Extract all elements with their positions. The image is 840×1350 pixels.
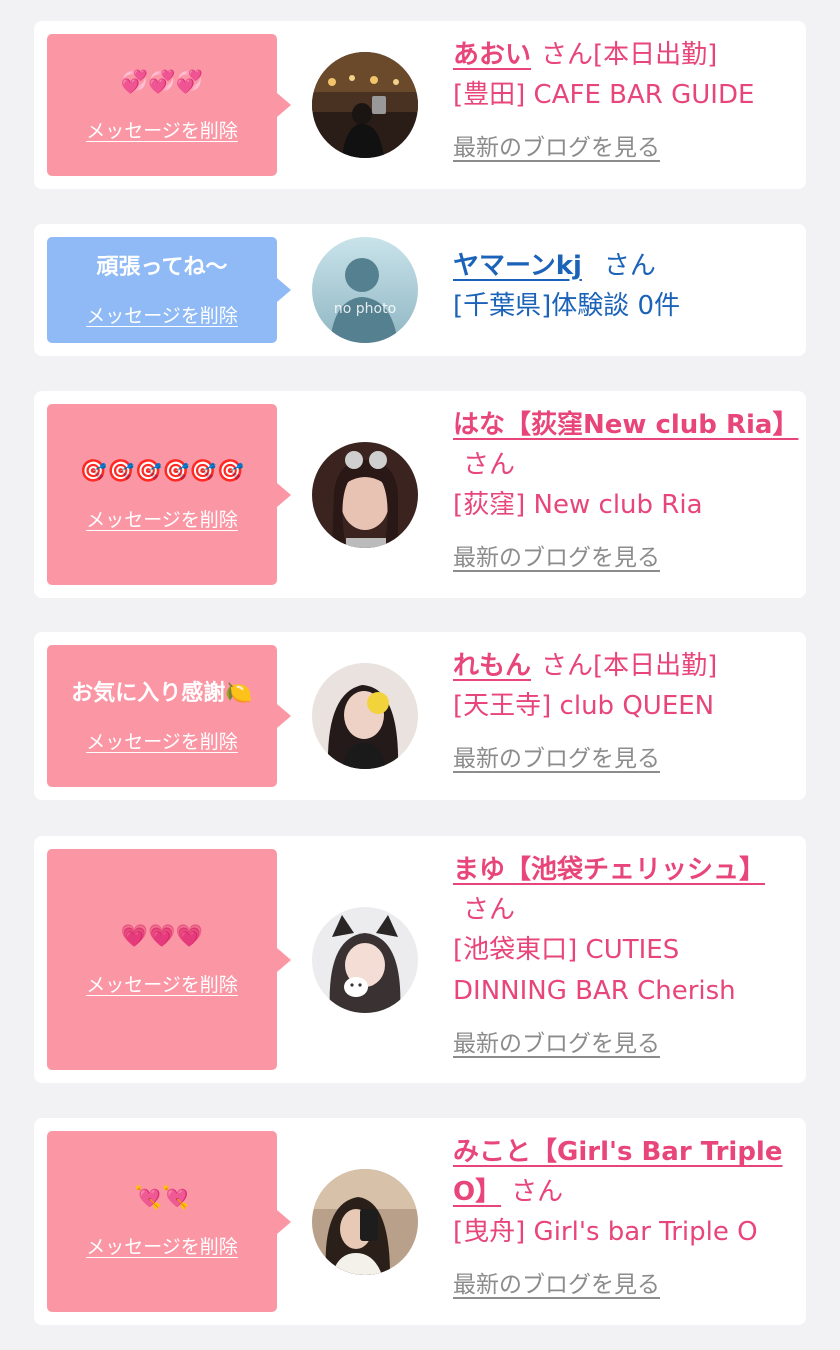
message-card: 💘💘 メッセージを削除 みこと【Girl's Bar Triple O】 さん [… bbox=[34, 1118, 806, 1325]
delete-message-link[interactable]: メッセージを削除 bbox=[86, 727, 238, 754]
message-text: 頑張ってね〜 bbox=[96, 254, 228, 280]
delete-message-link[interactable]: メッセージを削除 bbox=[86, 116, 238, 143]
delete-message-link[interactable]: メッセージを削除 bbox=[86, 1232, 238, 1259]
honorific: さん bbox=[511, 1177, 564, 1207]
shop-info: [天王寺] club QUEEN bbox=[453, 691, 715, 721]
shop-info: [荻窪] New club Ria bbox=[453, 490, 703, 520]
message-card: 💗💗💗 メッセージを削除 まゆ【池袋チェリッシュ】さん [池袋東口] CUTIE… bbox=[34, 836, 806, 1083]
status-badge: [本日出勤] bbox=[593, 651, 718, 681]
blog-link[interactable]: 最新のブログを見る bbox=[453, 1024, 660, 1058]
blog-link[interactable]: 最新のブログを見る bbox=[453, 538, 660, 572]
message-card: 🎯🎯🎯🎯🎯🎯 メッセージを削除 はな【荻窪New club Ria】さん [荻窪… bbox=[34, 391, 806, 598]
message-card: 💞💞💞 メッセージを削除 あおい さん[本日出勤] [豊田] CAFE BAR G… bbox=[34, 21, 806, 189]
status-badge: [本日出勤] bbox=[593, 40, 718, 70]
user-name-link[interactable]: あおい bbox=[453, 40, 531, 70]
user-name-link[interactable]: ヤマーンkj bbox=[453, 251, 582, 281]
shop-info: [豊田] CAFE BAR GUIDE bbox=[453, 80, 755, 110]
message-text: 💞💞💞 bbox=[120, 69, 204, 95]
honorific: さん bbox=[463, 895, 516, 925]
honorific: さん bbox=[603, 251, 656, 281]
no-photo-label: no photo bbox=[333, 301, 397, 317]
message-bubble: 💘💘 メッセージを削除 bbox=[47, 1131, 291, 1312]
message-text: 💗💗💗 bbox=[120, 924, 204, 949]
blog-link[interactable]: 最新のブログを見る bbox=[453, 1265, 660, 1299]
message-text: 💘💘 bbox=[134, 1186, 190, 1211]
message-bubble: 💗💗💗 メッセージを削除 bbox=[47, 849, 291, 1070]
message-bubble: 🎯🎯🎯🎯🎯🎯 メッセージを削除 bbox=[47, 404, 291, 585]
blog-link[interactable]: 最新のブログを見る bbox=[453, 128, 660, 162]
user-name-link[interactable]: みこと【Girl's Bar Triple O】 bbox=[453, 1137, 782, 1207]
user-name-link[interactable]: はな【荻窪New club Ria】 bbox=[453, 410, 798, 440]
delete-message-link[interactable]: メッセージを削除 bbox=[86, 301, 238, 328]
user-name-link[interactable]: れもん bbox=[453, 651, 531, 681]
delete-message-link[interactable]: メッセージを削除 bbox=[86, 505, 238, 532]
shop-info: [曳舟] Girl's bar Triple O bbox=[453, 1217, 758, 1247]
user-name-link[interactable]: まゆ【池袋チェリッシュ】 bbox=[453, 855, 765, 885]
honorific: さん bbox=[541, 651, 594, 681]
avatar[interactable] bbox=[312, 52, 418, 158]
avatar[interactable] bbox=[312, 906, 418, 1013]
avatar[interactable]: no photo bbox=[312, 237, 418, 343]
message-card: お気に入り感謝🍋 メッセージを削除 れもん さん[本日出勤] [天王寺] club… bbox=[34, 632, 806, 800]
shop-info: [池袋東口] CUTIES DINNING BAR Cherish bbox=[453, 935, 736, 1006]
review-info: [千葉県]体験談 0件 bbox=[453, 291, 681, 321]
message-card: 頑張ってね〜 メッセージを削除 no photo ヤマーンkj さん [千葉県]体… bbox=[34, 224, 806, 356]
delete-message-link[interactable]: メッセージを削除 bbox=[86, 970, 238, 997]
message-bubble: お気に入り感謝🍋 メッセージを削除 bbox=[47, 645, 291, 787]
blog-link[interactable]: 最新のブログを見る bbox=[453, 739, 660, 773]
message-bubble: 💞💞💞 メッセージを削除 bbox=[47, 34, 291, 176]
message-text: 🎯🎯🎯🎯🎯🎯 bbox=[79, 459, 245, 484]
message-text: お気に入り感謝🍋 bbox=[71, 680, 253, 706]
message-bubble: 頑張ってね〜 メッセージを削除 bbox=[47, 237, 291, 343]
honorific: さん bbox=[463, 450, 516, 480]
avatar[interactable] bbox=[312, 1168, 418, 1275]
avatar[interactable] bbox=[312, 441, 418, 548]
honorific: さん bbox=[541, 40, 594, 70]
avatar[interactable] bbox=[312, 663, 418, 769]
